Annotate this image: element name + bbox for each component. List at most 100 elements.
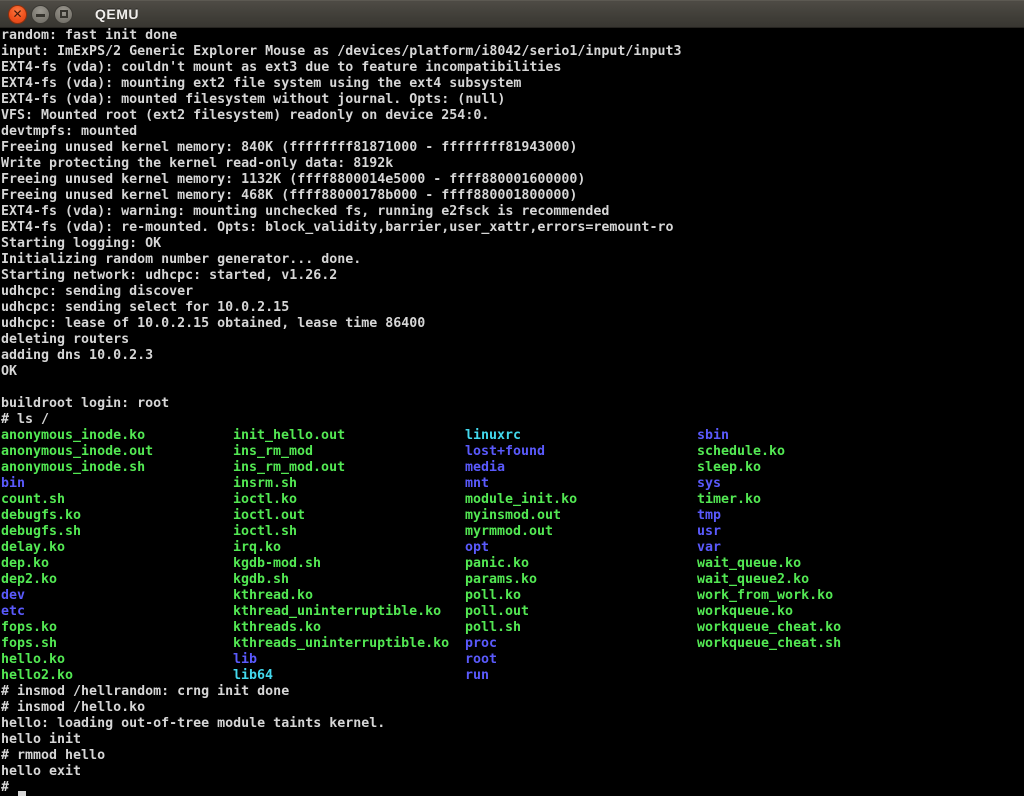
- ls-row: count.shioctl.komodule_init.kotimer.ko: [1, 492, 1024, 508]
- ls-entry-directory: tmp: [697, 508, 929, 524]
- ls-entry-file: delay.ko: [1, 540, 233, 556]
- ls-entry-file: kgdb-mod.sh: [233, 556, 465, 572]
- ls-entry-directory: dev: [1, 588, 233, 604]
- ls-row: anonymous_inode.outins_rm_modlost+founds…: [1, 444, 1024, 460]
- ls-entry-file: fops.ko: [1, 620, 233, 636]
- terminal-cursor: [18, 791, 26, 796]
- titlebar[interactable]: ✕ QEMU: [0, 0, 1024, 28]
- terminal-output[interactable]: random: fast init doneinput: ImExPS/2 Ge…: [0, 28, 1024, 796]
- terminal-line: # ls /: [1, 412, 1024, 428]
- terminal-line: Starting logging: OK: [1, 236, 1024, 252]
- ls-row: anonymous_inode.koinit_hello.outlinuxrcs…: [1, 428, 1024, 444]
- terminal-line: Starting network: udhcpc: started, v1.26…: [1, 268, 1024, 284]
- terminal-line: # insmod /hellrandom: crng init done: [1, 684, 1024, 700]
- terminal-line: udhcpc: sending select for 10.0.2.15: [1, 300, 1024, 316]
- ls-entry-file: workqueue_cheat.ko: [697, 620, 929, 636]
- ls-entry-file: kthread_uninterruptible.ko: [233, 604, 465, 620]
- ls-entry-file: module_init.ko: [465, 492, 697, 508]
- terminal-line: Initializing random number generator... …: [1, 252, 1024, 268]
- ls-entry-file: anonymous_inode.sh: [1, 460, 233, 476]
- terminal-line: EXT4-fs (vda): mounted filesystem withou…: [1, 92, 1024, 108]
- ls-entry-file: ioctl.ko: [233, 492, 465, 508]
- ls-entry-file: wait_queue.ko: [697, 556, 929, 572]
- minimize-icon: [36, 14, 45, 17]
- terminal-line: hello exit: [1, 764, 1024, 780]
- ls-entry-file: init_hello.out: [233, 428, 465, 444]
- ls-entry-directory: opt: [465, 540, 697, 556]
- terminal-line: OK: [1, 364, 1024, 380]
- terminal-line: Freeing unused kernel memory: 468K (ffff…: [1, 188, 1024, 204]
- ls-entry-file: kgdb.sh: [233, 572, 465, 588]
- ls-entry-file: irq.ko: [233, 540, 465, 556]
- terminal-line: Write protecting the kernel read-only da…: [1, 156, 1024, 172]
- ls-entry-file: poll.sh: [465, 620, 697, 636]
- ls-entry-file: poll.ko: [465, 588, 697, 604]
- ls-entry-directory: root: [465, 652, 697, 668]
- ls-row: anonymous_inode.shins_rm_mod.outmediasle…: [1, 460, 1024, 476]
- maximize-button[interactable]: [54, 5, 73, 24]
- ls-entry-file: sleep.ko: [697, 460, 929, 476]
- close-button[interactable]: ✕: [8, 5, 27, 24]
- ls-row: devkthread.kopoll.kowork_from_work.ko: [1, 588, 1024, 604]
- ls-entry-file: schedule.ko: [697, 444, 929, 460]
- terminal-line: Freeing unused kernel memory: 840K (ffff…: [1, 140, 1024, 156]
- ls-entry-file: dep.ko: [1, 556, 233, 572]
- ls-entry-file: kthreads_uninterruptible.ko: [233, 636, 465, 652]
- ls-row: fops.shkthreads_uninterruptible.koprocwo…: [1, 636, 1024, 652]
- ls-entry-directory: lost+found: [465, 444, 697, 460]
- ls-row: fops.kokthreads.kopoll.shworkqueue_cheat…: [1, 620, 1024, 636]
- ls-row: etckthread_uninterruptible.kopoll.outwor…: [1, 604, 1024, 620]
- ls-entry-file: kthreads.ko: [233, 620, 465, 636]
- ls-row: delay.koirq.kooptvar: [1, 540, 1024, 556]
- terminal-line: EXT4-fs (vda): warning: mounting uncheck…: [1, 204, 1024, 220]
- terminal-line: [1, 380, 1024, 396]
- ls-entry-file: myinsmod.out: [465, 508, 697, 524]
- ls-entry-file: ins_rm_mod: [233, 444, 465, 460]
- ls-row: dep2.kokgdb.shparams.kowait_queue2.ko: [1, 572, 1024, 588]
- ls-row: hello.kolibroot: [1, 652, 1024, 668]
- terminal-line: hello init: [1, 732, 1024, 748]
- terminal-line: # rmmod hello: [1, 748, 1024, 764]
- terminal-line: VFS: Mounted root (ext2 filesystem) read…: [1, 108, 1024, 124]
- window-title: QEMU: [95, 6, 139, 22]
- qemu-window: ✕ QEMU random: fast init doneinput: ImEx…: [0, 0, 1024, 796]
- ls-entry-file: anonymous_inode.out: [1, 444, 233, 460]
- ls-entry-file: dep2.ko: [1, 572, 233, 588]
- ls-row: debugfs.koioctl.outmyinsmod.outtmp: [1, 508, 1024, 524]
- ls-entry-directory: sbin: [697, 428, 929, 444]
- ls-entry-file: debugfs.sh: [1, 524, 233, 540]
- ls-entry-file: count.sh: [1, 492, 233, 508]
- ls-entry-directory: sys: [697, 476, 929, 492]
- terminal-line: udhcpc: lease of 10.0.2.15 obtained, lea…: [1, 316, 1024, 332]
- ls-entry-file: poll.out: [465, 604, 697, 620]
- terminal-line: random: fast init done: [1, 28, 1024, 44]
- terminal-line: buildroot login: root: [1, 396, 1024, 412]
- ls-entry-file: myrmmod.out: [465, 524, 697, 540]
- terminal-line: deleting routers: [1, 332, 1024, 348]
- ls-entry-directory: media: [465, 460, 697, 476]
- ls-entry-file: fops.sh: [1, 636, 233, 652]
- ls-entry-file: insrm.sh: [233, 476, 465, 492]
- ls-entry-file: kthread.ko: [233, 588, 465, 604]
- ls-row: debugfs.shioctl.shmyrmmod.outusr: [1, 524, 1024, 540]
- ls-entry-file: panic.ko: [465, 556, 697, 572]
- ls-entry-symlink: lib64: [233, 668, 465, 684]
- minimize-button[interactable]: [31, 5, 50, 24]
- ls-entry-file: wait_queue2.ko: [697, 572, 929, 588]
- terminal-line: hello: loading out-of-tree module taints…: [1, 716, 1024, 732]
- close-icon: ✕: [12, 8, 22, 20]
- ls-entry-directory: run: [465, 668, 697, 684]
- ls-row: bininsrm.shmntsys: [1, 476, 1024, 492]
- ls-entry-file: anonymous_inode.ko: [1, 428, 233, 444]
- ls-row: hello2.kolib64run: [1, 668, 1024, 684]
- ls-entry-directory: usr: [697, 524, 929, 540]
- ls-entry-directory: proc: [465, 636, 697, 652]
- ls-entry-file: hello2.ko: [1, 668, 233, 684]
- ls-entry-file: ioctl.out: [233, 508, 465, 524]
- terminal-line: EXT4-fs (vda): re-mounted. Opts: block_v…: [1, 220, 1024, 236]
- ls-entry-file: work_from_work.ko: [697, 588, 929, 604]
- maximize-icon: [60, 10, 68, 18]
- ls-entry-directory: var: [697, 540, 929, 556]
- terminal-line: EXT4-fs (vda): couldn't mount as ext3 du…: [1, 60, 1024, 76]
- terminal-line: EXT4-fs (vda): mounting ext2 file system…: [1, 76, 1024, 92]
